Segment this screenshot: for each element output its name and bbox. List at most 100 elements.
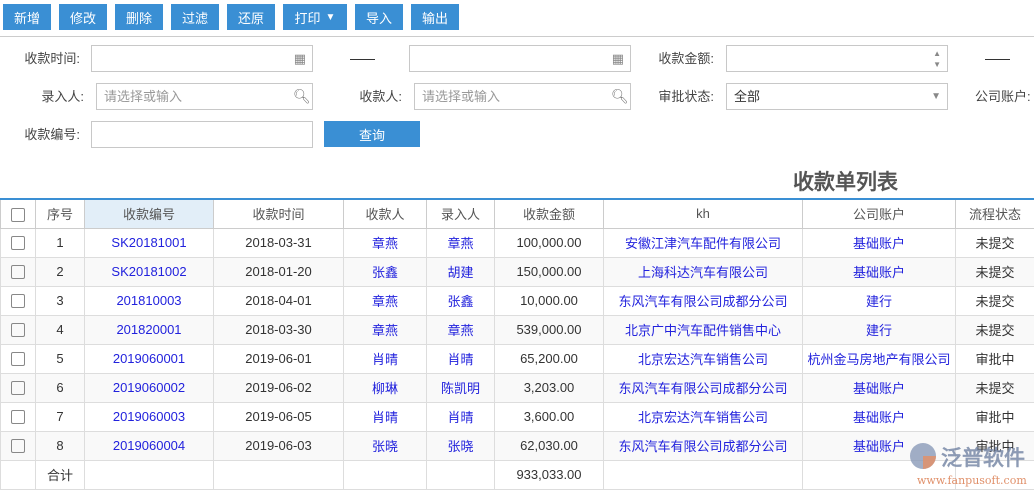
cell-kh[interactable]: 东风汽车有限公司成都分公司 <box>603 372 803 403</box>
cell-entry[interactable]: 陈凯明 <box>426 372 495 403</box>
col-payee[interactable]: 收款人 <box>343 198 427 229</box>
total-amount: 933,033.00 <box>494 459 604 490</box>
cell-payee[interactable]: 章燕 <box>343 227 427 258</box>
cell-payee[interactable]: 张鑫 <box>343 256 427 287</box>
filter-button[interactable]: 过滤 <box>171 4 219 30</box>
table-row[interactable]: 2 SK20181002 2018-01-20 张鑫 胡建 150,000.00 上海科达汽… <box>0 256 1034 287</box>
table-row[interactable]: 5 2019060001 2019-06-01 肖晴 肖晴 65,200.00 北京宏达汽车… <box>0 343 1034 374</box>
col-entry[interactable]: 录入人 <box>426 198 495 229</box>
search-icon[interactable]: 🔍︎ <box>611 88 629 105</box>
cell-entry[interactable]: 肖晴 <box>426 343 495 374</box>
entry-input[interactable]: 请选择或输入 <box>96 83 313 110</box>
amount-label: 收款金额: <box>658 51 714 66</box>
time-start-input[interactable]: ▦ <box>91 45 313 72</box>
cell-code[interactable]: 201820001 <box>84 314 214 345</box>
table-row[interactable]: 3 201810003 2018-04-01 章燕 张鑫 10,000.00 东风汽车有限公… <box>0 285 1034 316</box>
cell-time: 2019-06-01 <box>213 343 344 374</box>
cell-amount: 10,000.00 <box>494 285 604 316</box>
status-select[interactable]: 全部 ▼ <box>726 83 948 110</box>
svg-text:泛普软件: 泛普软件 <box>941 446 1025 470</box>
cell-account[interactable]: 建行 <box>802 314 956 345</box>
cell-kh[interactable]: 北京广中汽车配件销售中心 <box>603 314 803 345</box>
delete-button[interactable]: 删除 <box>115 4 163 30</box>
cell-entry[interactable]: 张晓 <box>426 430 495 461</box>
cell-code[interactable]: 2019060002 <box>84 372 214 403</box>
cell-kh[interactable]: 北京宏达汽车销售公司 <box>603 343 803 374</box>
row-checkbox[interactable] <box>0 343 36 374</box>
cell-entry[interactable]: 胡建 <box>426 256 495 287</box>
col-status[interactable]: 流程状态 <box>955 198 1034 229</box>
cell-entry[interactable]: 章燕 <box>426 227 495 258</box>
col-time[interactable]: 收款时间 <box>213 198 344 229</box>
col-amount[interactable]: 收款金额 <box>494 198 604 229</box>
cell-payee[interactable]: 张晓 <box>343 430 427 461</box>
row-checkbox[interactable] <box>0 227 36 258</box>
cell-code[interactable]: 2019060003 <box>84 401 214 432</box>
restore-button[interactable]: 还原 <box>227 4 275 30</box>
cell-account[interactable]: 基础账户 <box>802 372 956 403</box>
cell-account[interactable]: 基础账户 <box>802 227 956 258</box>
cell-status: 审批中 <box>955 401 1034 432</box>
cell-kh[interactable]: 安徽江津汽车配件有限公司 <box>603 227 803 258</box>
cell-account[interactable]: 基础账户 <box>802 401 956 432</box>
cell-seq: 1 <box>35 227 85 258</box>
select-all-checkbox[interactable] <box>0 198 36 229</box>
row-checkbox[interactable] <box>0 430 36 461</box>
cell-payee[interactable]: 肖晴 <box>343 343 427 374</box>
receipt-table: 序号 收款编号 收款时间 收款人 录入人 收款金额 kh 公司账户 流程状态 1… <box>0 198 1034 490</box>
table-row[interactable]: 8 2019060004 2019-06-03 张晓 张晓 62,030.00 东风汽车有限… <box>0 430 1034 461</box>
cell-account[interactable]: 基础账户 <box>802 256 956 287</box>
code-input[interactable] <box>91 121 313 148</box>
table-row[interactable]: 6 2019060002 2019-06-02 柳琳 陈凯明 3,203.00 东风汽车有限… <box>0 372 1034 403</box>
time-end-input[interactable]: ▦ <box>409 45 631 72</box>
cell-kh[interactable]: 东风汽车有限公司成都分公司 <box>603 430 803 461</box>
cell-amount: 3,203.00 <box>494 372 604 403</box>
amount-min-input[interactable]: ▲ ▼ <box>726 45 948 72</box>
cell-payee[interactable]: 章燕 <box>343 285 427 316</box>
cell-code[interactable]: 201810003 <box>84 285 214 316</box>
status-label: 审批状态: <box>658 89 714 104</box>
cell-code[interactable]: SK20181002 <box>84 256 214 287</box>
cell-payee[interactable]: 肖晴 <box>343 401 427 432</box>
cell-seq: 8 <box>35 430 85 461</box>
col-account[interactable]: 公司账户 <box>802 198 956 229</box>
cell-payee[interactable]: 章燕 <box>343 314 427 345</box>
add-button[interactable]: 新增 <box>3 4 51 30</box>
spinner-icon[interactable]: ▲ ▼ <box>933 48 941 70</box>
cell-entry[interactable]: 肖晴 <box>426 401 495 432</box>
col-kh[interactable]: kh <box>603 198 803 229</box>
cell-kh[interactable]: 东风汽车有限公司成都分公司 <box>603 285 803 316</box>
row-checkbox[interactable] <box>0 285 36 316</box>
edit-button[interactable]: 修改 <box>59 4 107 30</box>
row-checkbox[interactable] <box>0 372 36 403</box>
payee-input[interactable]: 请选择或输入 <box>414 83 631 110</box>
export-button[interactable]: 输出 <box>411 4 459 30</box>
cell-account[interactable]: 建行 <box>802 285 956 316</box>
cell-entry[interactable]: 章燕 <box>426 314 495 345</box>
cell-code[interactable]: 2019060001 <box>84 343 214 374</box>
row-checkbox[interactable] <box>0 256 36 287</box>
row-checkbox[interactable] <box>0 401 36 432</box>
row-checkbox[interactable] <box>0 314 36 345</box>
cell-payee[interactable]: 柳琳 <box>343 372 427 403</box>
col-code[interactable]: 收款编号 <box>84 198 214 229</box>
table-row[interactable]: 1 SK20181001 2018-03-31 章燕 章燕 100,000.00 安徽江津汽… <box>0 227 1034 258</box>
search-icon[interactable]: 🔍︎ <box>293 88 311 105</box>
cell-account[interactable]: 杭州金马房地产有限公司 <box>802 343 956 374</box>
table-row[interactable]: 4 201820001 2018-03-30 章燕 章燕 539,000.00 北京广中汽车… <box>0 314 1034 345</box>
cell-kh[interactable]: 上海科达汽车有限公司 <box>603 256 803 287</box>
calendar-icon[interactable]: ▦ <box>612 46 624 71</box>
table-row[interactable]: 7 2019060003 2019-06-05 肖晴 肖晴 3,600.00 北京宏达汽车销… <box>0 401 1034 432</box>
table-title: 收款单列表 <box>793 171 898 194</box>
cell-kh[interactable]: 北京宏达汽车销售公司 <box>603 401 803 432</box>
cell-code[interactable]: SK20181001 <box>84 227 214 258</box>
query-button[interactable]: 查询 <box>324 121 420 147</box>
cell-code[interactable]: 2019060004 <box>84 430 214 461</box>
calendar-icon[interactable]: ▦ <box>294 46 306 71</box>
import-button[interactable]: 导入 <box>355 4 403 30</box>
cell-amount: 100,000.00 <box>494 227 604 258</box>
cell-entry[interactable]: 张鑫 <box>426 285 495 316</box>
col-seq[interactable]: 序号 <box>35 198 85 229</box>
print-button[interactable]: 打印 ▼ <box>283 4 347 30</box>
cell-status: 未提交 <box>955 227 1034 258</box>
